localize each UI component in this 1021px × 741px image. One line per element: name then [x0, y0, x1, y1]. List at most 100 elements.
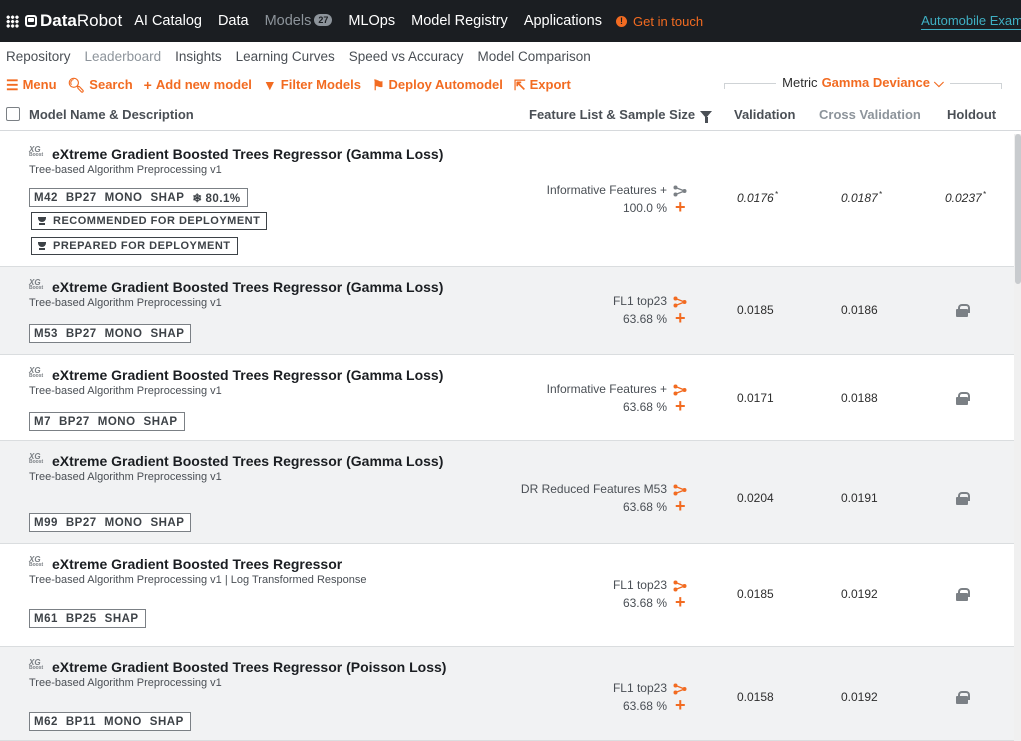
validation-score[interactable]: 0.0185 [737, 303, 774, 317]
model-description: Tree-based Algorithm Preprocessing v1 | … [29, 574, 367, 586]
xgboost-icon: XG Boost [29, 278, 44, 291]
model-name[interactable]: eXtreme Gradient Boosted Trees Regressor… [52, 659, 446, 675]
lock-icon[interactable] [956, 691, 970, 704]
apps-grid-icon[interactable] [6, 14, 19, 28]
feature-list-name[interactable]: FL1 top23 [613, 679, 667, 697]
sample-size: 100.0 % [622, 201, 667, 215]
search-button[interactable]: 🔍︎ Search [68, 77, 133, 92]
model-name[interactable]: eXtreme Gradient Boosted Trees Regressor… [52, 279, 443, 295]
cv-score[interactable]: 0.0188 [841, 391, 878, 405]
cv-score-value: 0.0187 [841, 191, 878, 205]
validation-score[interactable]: 0.0204 [737, 491, 774, 505]
validation-score-value: 0.0158 [737, 690, 774, 704]
feature-list: Informative Features + 63.68 % [547, 380, 667, 416]
model-name[interactable]: eXtreme Gradient Boosted Trees Regressor… [52, 367, 443, 383]
feature-network-icon[interactable] [673, 383, 687, 396]
feature-list-name[interactable]: Informative Features + [547, 181, 667, 199]
add-new-model-button[interactable]: + Add new model [144, 77, 252, 92]
nav-data[interactable]: Data [218, 13, 249, 29]
plus-icon[interactable]: + [675, 696, 686, 714]
lock-icon[interactable] [956, 492, 970, 505]
search-icon: 🔍︎ [67, 76, 86, 93]
plus-icon[interactable]: + [675, 198, 686, 216]
cv-score[interactable]: 0.0186 [841, 303, 878, 317]
plus-icon[interactable]: + [675, 593, 686, 611]
model-name[interactable]: eXtreme Gradient Boosted Trees Regressor… [52, 146, 443, 162]
validation-score-value: 0.0185 [737, 303, 774, 317]
model-name[interactable]: eXtreme Gradient Boosted Trees Regressor [52, 556, 342, 572]
scrollbar-thumb[interactable] [1015, 134, 1021, 284]
column-feature-list[interactable]: Feature List & Sample Size [529, 107, 713, 123]
tab-leaderboard[interactable]: Leaderboard [85, 49, 162, 64]
feature-list: FL1 top23 63.68 % [613, 576, 667, 612]
nav-model-registry[interactable]: Model Registry [411, 13, 508, 29]
feature-list-name[interactable]: FL1 top23 [613, 292, 667, 310]
nav-mlops[interactable]: MLOps [348, 13, 395, 29]
lock-icon[interactable] [956, 588, 970, 601]
select-all-checkbox[interactable] [6, 107, 20, 121]
lock-icon[interactable] [956, 392, 970, 405]
table-row[interactable]: XG Boost eXtreme Gradient Boosted Trees Re… [0, 355, 1014, 441]
column-cross-validation[interactable]: Cross Validation [819, 107, 921, 122]
tab-repository[interactable]: Repository [6, 49, 71, 64]
metric-selector[interactable]: Metric Gamma Deviance ⌵ [724, 71, 1002, 95]
cv-score-value: 0.0191 [841, 491, 878, 505]
tab-model-comparison[interactable]: Model Comparison [478, 49, 591, 64]
tab-learning-curves[interactable]: Learning Curves [236, 49, 335, 64]
plus-icon[interactable]: + [675, 397, 686, 415]
feature-list-name[interactable]: FL1 top23 [613, 576, 667, 594]
table-row[interactable]: XG Boost eXtreme Gradient Boosted Trees Re… [0, 647, 1014, 741]
validation-score[interactable]: 0.0171 [737, 391, 774, 405]
get-in-touch-link[interactable]: ! Get in touch [616, 14, 703, 29]
project-name-link[interactable]: Automobile Exam [921, 13, 1021, 30]
validation-score-value: 0.0176 [737, 191, 774, 205]
column-model-name[interactable]: Model Name & Description [29, 107, 194, 122]
filter-models-button[interactable]: ▼ Filter Models [263, 77, 361, 92]
feature-network-icon[interactable] [673, 483, 687, 496]
sample-size: 63.68 % [622, 312, 667, 326]
validation-score[interactable]: 0.0158 [737, 690, 774, 704]
validation-score[interactable]: 0.0185 [737, 587, 774, 601]
xgboost-icon: XG Boost [29, 658, 44, 671]
feature-network-icon[interactable] [673, 184, 687, 197]
plus-icon[interactable]: + [675, 497, 686, 515]
feature-list-name[interactable]: DR Reduced Features M53 [521, 480, 667, 498]
feature-network-icon[interactable] [673, 295, 687, 308]
feature-network-icon[interactable] [673, 579, 687, 592]
table-row[interactable]: XG Boost eXtreme Gradient Boosted Trees Re… [0, 544, 1014, 647]
feature-list: DR Reduced Features M53 63.68 % [521, 480, 667, 516]
feature-network-icon[interactable] [673, 682, 687, 695]
validation-score[interactable]: 0.0176* [737, 190, 778, 205]
filter-icon[interactable] [700, 111, 713, 123]
cv-score[interactable]: 0.0192 [841, 587, 878, 601]
datarobot-logo[interactable]: Data Robot [25, 11, 122, 31]
table-row[interactable]: XG Boost eXtreme Gradient Boosted Trees Re… [0, 441, 1014, 544]
column-holdout[interactable]: Holdout [947, 107, 996, 122]
menu-button[interactable]: ☰ Menu [6, 77, 57, 92]
tab-speed-vs-accuracy[interactable]: Speed vs Accuracy [349, 49, 464, 64]
plus-icon[interactable]: + [675, 309, 686, 327]
export-button[interactable]: ⇱ Export [514, 77, 571, 92]
tab-insights[interactable]: Insights [175, 49, 222, 64]
feature-list-name[interactable]: Informative Features + [547, 380, 667, 398]
table-row[interactable]: XG Boost eXtreme Gradient Boosted Trees Re… [0, 134, 1014, 267]
sample-percent-tag: ❄ 80.1% [192, 191, 240, 205]
lock-icon[interactable] [956, 304, 970, 317]
nav-models[interactable]: Models 27 [265, 13, 333, 29]
deployment-badge-label: RECOMMENDED FOR DEPLOYMENT [53, 215, 261, 227]
model-tag: M7 [34, 415, 51, 428]
scrollbar[interactable] [1014, 134, 1021, 741]
nav-applications[interactable]: Applications [524, 13, 602, 29]
column-validation[interactable]: Validation [734, 107, 795, 122]
sub-nav: Repository Leaderboard Insights Learning… [0, 42, 1021, 71]
cv-score[interactable]: 0.0192 [841, 690, 878, 704]
table-row[interactable]: XG Boost eXtreme Gradient Boosted Trees Re… [0, 267, 1014, 355]
cv-score[interactable]: 0.0191 [841, 491, 878, 505]
model-tags: M61 BP25 SHAP [29, 609, 146, 628]
deploy-automodel-button[interactable]: ⚑ Deploy Automodel [372, 77, 503, 92]
nav-ai-catalog[interactable]: AI Catalog [134, 13, 202, 29]
robot-icon [25, 15, 37, 27]
cv-score[interactable]: 0.0187* [841, 190, 882, 205]
model-name[interactable]: eXtreme Gradient Boosted Trees Regressor… [52, 453, 443, 469]
holdout-score[interactable]: 0.0237* [945, 190, 986, 205]
